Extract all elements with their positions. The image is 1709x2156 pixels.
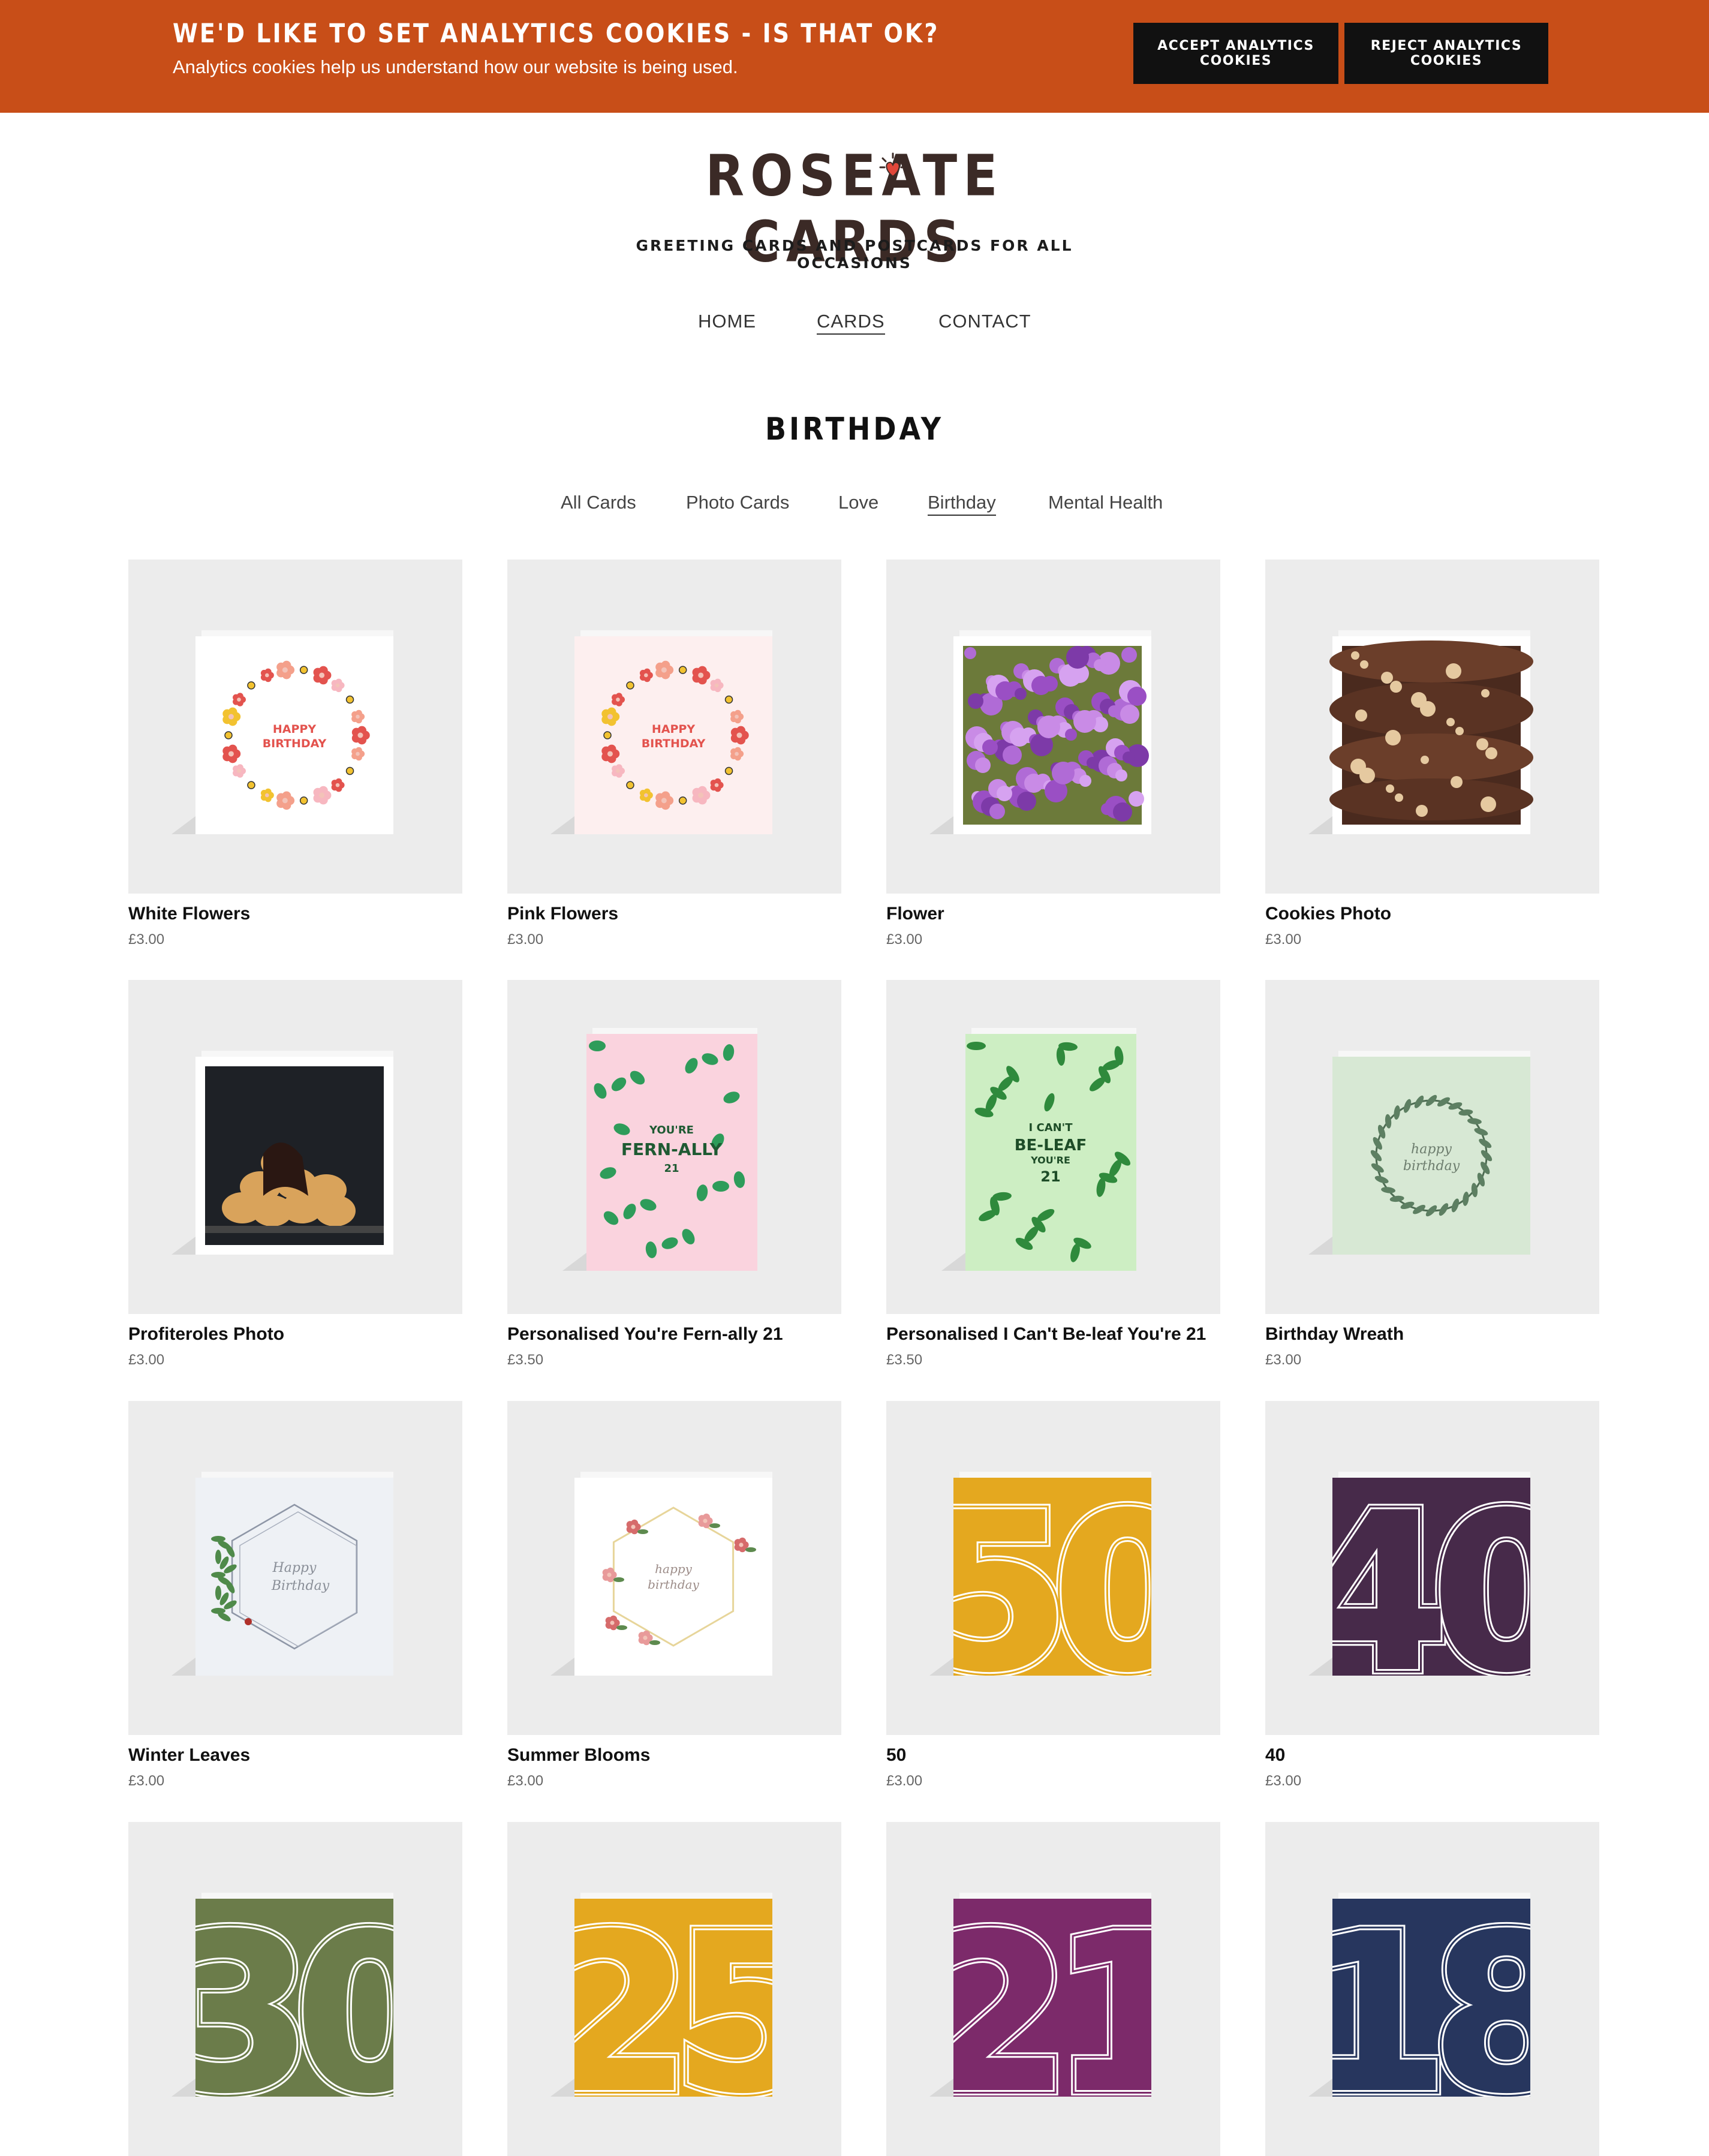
cookie-banner-text: Analytics cookies help us understand how… xyxy=(173,56,738,77)
category-mental-health[interactable]: Mental Health xyxy=(1048,492,1163,513)
product-price: £3.00 xyxy=(128,1352,165,1368)
accept-cookies-button[interactable]: Accept analytics cookies xyxy=(1133,23,1338,84)
product-image[interactable]: 30 30 30 30 30 xyxy=(128,1822,462,2156)
product-price: £3.00 xyxy=(1265,931,1302,948)
svg-text:BIRTHDAY: BIRTHDAY xyxy=(642,737,706,750)
product-image[interactable]: 21 21 21 21 21 xyxy=(886,1822,1220,2156)
product-price: £3.00 xyxy=(886,931,923,948)
svg-text:BIRTHDAY: BIRTHDAY xyxy=(263,737,327,750)
card-illustration: 5050505050 xyxy=(920,1468,1195,1719)
card-illustration xyxy=(929,630,1151,834)
product-image[interactable]: HAPPY BIRTHDAY xyxy=(128,560,462,894)
svg-text:HAPPY: HAPPY xyxy=(273,723,316,736)
svg-text:18: 18 xyxy=(1299,1889,1570,2140)
logo-tagline: Greeting cards and postcards for all occ… xyxy=(636,237,1073,272)
card-face xyxy=(195,1478,393,1676)
svg-text:30: 30 xyxy=(163,1889,437,2140)
cookie-banner: We'd like to set analytics cookies - is … xyxy=(0,0,1709,113)
reject-cookies-button[interactable]: Reject analytics cookies xyxy=(1344,23,1548,84)
card-illustration: happybirthday xyxy=(550,1472,772,1676)
svg-text:YOU'RE: YOU'RE xyxy=(649,1124,694,1136)
product-price: £3.00 xyxy=(507,931,544,948)
svg-text:I CAN'T: I CAN'T xyxy=(1029,1121,1073,1134)
product-name[interactable]: Summer Blooms xyxy=(507,1745,650,1766)
svg-text:50: 50 xyxy=(920,1468,1195,1719)
product-image[interactable]: 18 18 18 18 18 xyxy=(1265,1822,1599,2156)
product-name[interactable]: 40 xyxy=(1265,1745,1285,1766)
card-illustration: 2525252525 xyxy=(541,1889,812,2140)
card-illustration: HAPPYBIRTHDAY xyxy=(550,630,772,834)
svg-text:YOU'RE: YOU'RE xyxy=(1030,1154,1070,1166)
card-illustration: Happy Birthday xyxy=(171,1472,393,1676)
product-name[interactable]: Birthday Wreath xyxy=(1265,1324,1404,1345)
svg-text:40: 40 xyxy=(1299,1468,1573,1719)
product-price: £3.50 xyxy=(886,1352,923,1368)
product-image[interactable]: 40 40 40 40 40 xyxy=(1265,1401,1599,1735)
svg-text:birthday: birthday xyxy=(648,1577,699,1592)
card-illustration: HAPPYBIRTHDAY xyxy=(171,630,393,834)
product-name[interactable]: 50 xyxy=(886,1745,906,1766)
product-name[interactable]: Pink Flowers xyxy=(507,904,618,924)
card-illustration: happy birthday xyxy=(1308,1051,1530,1255)
product-image[interactable]: 25 25 25 25 25 xyxy=(507,1822,841,2156)
card-illustration: 3030303030 xyxy=(163,1889,437,2140)
product-name[interactable]: Personalised You're Fern-ally 21 xyxy=(507,1324,783,1345)
product-image[interactable]: Happy Birthday xyxy=(128,1401,462,1735)
card-illustration: 4040404040 xyxy=(1299,1468,1573,1719)
product-image[interactable]: I CAN'T BE-LEAF YOU'RE 21 xyxy=(886,980,1220,1314)
card-illustration: I CAN'T BE-LEAFYOU'RE 21 xyxy=(941,1028,1136,1271)
product-image[interactable]: happy birthday xyxy=(507,1401,841,1735)
product-image[interactable] xyxy=(886,560,1220,894)
product-name[interactable]: Winter Leaves xyxy=(128,1745,250,1766)
product-image[interactable]: 50 50 50 50 50 xyxy=(886,1401,1220,1735)
product-price: £3.00 xyxy=(1265,1773,1302,1789)
product-price: £3.00 xyxy=(128,1773,165,1789)
product-image[interactable] xyxy=(128,980,462,1314)
svg-text:HAPPY: HAPPY xyxy=(652,723,695,736)
product-image[interactable]: happy birthday xyxy=(1265,980,1599,1314)
product-name[interactable]: White Flowers xyxy=(128,904,250,924)
product-image[interactable]: YOU'RE FERN-ALLY 21 xyxy=(507,980,841,1314)
svg-text:happy: happy xyxy=(1411,1142,1452,1157)
product-price: £3.50 xyxy=(507,1352,544,1368)
svg-text:Birthday: Birthday xyxy=(271,1578,330,1593)
svg-text:21: 21 xyxy=(920,1889,1191,2140)
product-image[interactable]: HAPPY BIRTHDAY xyxy=(507,560,841,894)
svg-text:BE-LEAF: BE-LEAF xyxy=(1015,1136,1087,1154)
product-name[interactable]: Cookies Photo xyxy=(1265,904,1391,924)
product-price: £3.00 xyxy=(507,1773,544,1789)
page-title: Birthday xyxy=(765,410,944,447)
svg-text:25: 25 xyxy=(541,1889,812,2140)
product-price: £3.00 xyxy=(1265,1352,1302,1368)
product-image[interactable] xyxy=(1265,560,1599,894)
nav-contact[interactable]: CONTACT xyxy=(938,311,1031,332)
product-name[interactable]: Personalised I Can't Be-leaf You're 21 xyxy=(886,1324,1206,1345)
product-price: £3.00 xyxy=(886,1773,923,1789)
product-name[interactable]: Flower xyxy=(886,904,944,924)
nav-home[interactable]: HOME xyxy=(698,311,756,332)
svg-text:Happy: Happy xyxy=(272,1560,317,1575)
category-birthday[interactable]: Birthday xyxy=(928,492,996,516)
category-all-cards[interactable]: All Cards xyxy=(561,492,636,513)
product-name[interactable]: Profiteroles Photo xyxy=(128,1324,284,1345)
product-price: £3.00 xyxy=(128,931,165,948)
svg-text:21: 21 xyxy=(1040,1168,1060,1185)
heart-sun-icon xyxy=(879,152,907,178)
card-illustration: 1818181818 xyxy=(1299,1889,1570,2140)
card-illustration: YOU'RE FERN-ALLY 21 xyxy=(562,1028,757,1271)
svg-text:happy: happy xyxy=(655,1562,692,1576)
card-illustration: 2121212121 xyxy=(920,1889,1191,2140)
category-photo-cards[interactable]: Photo Cards xyxy=(686,492,789,513)
card-illustration xyxy=(171,1051,393,1255)
nav-cards[interactable]: CARDS xyxy=(817,311,885,335)
card-illustration xyxy=(1308,630,1533,834)
cookie-banner-title: We'd like to set analytics cookies - is … xyxy=(173,18,940,49)
svg-text:21: 21 xyxy=(664,1162,679,1175)
category-love[interactable]: Love xyxy=(838,492,878,513)
svg-text:birthday: birthday xyxy=(1403,1159,1460,1174)
svg-text:FERN-ALLY: FERN-ALLY xyxy=(621,1139,723,1159)
